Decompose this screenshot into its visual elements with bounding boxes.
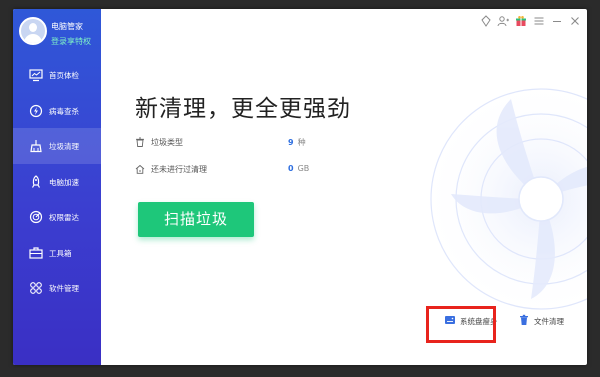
main-content: 新清理，更全更强劲 垃圾类型 9种 还未进行过清理 0 GB 扫描垃圾 系统盘瘦身… <box>101 9 587 365</box>
page-title: 新清理，更全更强劲 <box>135 96 351 122</box>
login-privilege-link[interactable]: 登录享特权 <box>51 36 91 47</box>
sidebar-item-label: 电脑加速 <box>49 177 79 187</box>
apps-icon <box>30 282 42 294</box>
gift-icon[interactable] <box>515 15 527 27</box>
stat-label: 垃圾类型 <box>151 138 183 147</box>
scan-junk-button[interactable]: 扫描垃圾 <box>138 202 254 237</box>
stat-label: 还未进行过清理 <box>151 165 207 174</box>
sidebar-item-label: 工具箱 <box>49 248 72 258</box>
tool-label: 文件清理 <box>534 317 564 326</box>
menu-icon[interactable] <box>533 15 545 27</box>
shield-bolt-icon <box>29 104 43 117</box>
sidebar-item-permission-radar[interactable]: 权限雷达 <box>13 199 101 235</box>
home-clean-icon <box>135 164 145 174</box>
sidebar-item-home-checkup[interactable]: 首页体检 <box>13 57 101 93</box>
sidebar-item-label: 权限雷达 <box>49 213 79 222</box>
sidebar-item-label: 首页体检 <box>49 71 79 80</box>
minimize-icon[interactable] <box>551 15 563 27</box>
sidebar-item-label: 病毒查杀 <box>49 106 79 116</box>
stat-unit: GB <box>297 164 310 173</box>
monitor-icon <box>29 69 43 82</box>
stat-junk-types-value: 9种 <box>288 137 306 148</box>
sidebar-item-software-manager[interactable]: 软件管理 <box>13 270 101 306</box>
user-profile[interactable]: 电脑管家 登录享特权 <box>17 15 101 55</box>
avatar[interactable] <box>19 17 47 45</box>
broom-icon <box>30 140 42 153</box>
skin-icon[interactable] <box>480 15 492 27</box>
stat-number: 0 <box>288 164 294 173</box>
radar-icon <box>29 210 43 224</box>
title-bar-controls <box>467 9 587 35</box>
app-window: 电脑管家 登录享特权 首页体检 病毒查杀 垃圾清理 电脑加速 权限雷达 工具箱 … <box>13 9 587 365</box>
rocket-icon <box>31 174 41 188</box>
stat-unit: 种 <box>297 138 306 147</box>
highlight-annotation-box <box>426 306 496 343</box>
sidebar-nav: 首页体检 病毒查杀 垃圾清理 电脑加速 权限雷达 工具箱 软件管理 <box>13 57 101 306</box>
sidebar-item-pc-boost[interactable]: 电脑加速 <box>13 164 101 200</box>
stat-not-cleaned-value: 0 GB <box>288 164 309 173</box>
sidebar-item-toolbox[interactable]: 工具箱 <box>13 235 101 271</box>
trash-icon <box>520 314 528 325</box>
user-name[interactable]: 电脑管家 <box>51 21 83 32</box>
trash-bin-icon <box>136 137 144 147</box>
sidebar-item-label: 软件管理 <box>49 284 79 293</box>
sidebar-item-junk-clean[interactable]: 垃圾清理 <box>13 128 101 164</box>
sidebar-item-label: 垃圾清理 <box>49 142 79 151</box>
sidebar: 电脑管家 登录享特权 首页体检 病毒查杀 垃圾清理 电脑加速 权限雷达 工具箱 … <box>13 9 101 365</box>
close-icon[interactable] <box>569 15 581 27</box>
swirl-decoration <box>421 79 587 319</box>
toolbox-icon <box>29 246 43 259</box>
sidebar-item-virus-scan[interactable]: 病毒查杀 <box>13 93 101 129</box>
user-switch-icon[interactable] <box>497 15 509 27</box>
stat-number: 9 <box>288 138 294 147</box>
